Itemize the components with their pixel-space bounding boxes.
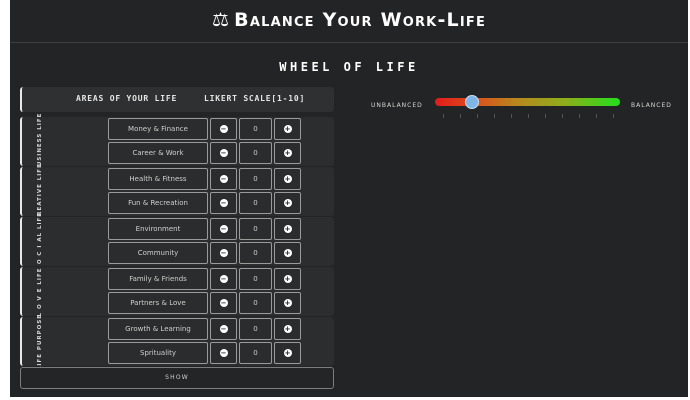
plus-circle-icon: + — [283, 249, 292, 257]
increment-button[interactable]: + — [274, 342, 301, 364]
slider-tick — [562, 114, 563, 118]
decrement-button[interactable]: − — [210, 318, 237, 340]
group-label: BUSINESS LIFE — [37, 112, 43, 171]
area-fun-recreation: Fun & Recreation — [108, 192, 208, 214]
plus-circle-icon: + — [283, 325, 292, 333]
area-growth-learning: Growth & Learning — [108, 318, 208, 340]
minus-circle-icon: − — [219, 125, 228, 133]
area-career-work: Career & Work — [108, 142, 208, 164]
minus-circle-icon: − — [219, 225, 228, 233]
plus-circle-icon: + — [283, 225, 292, 233]
plus-circle-icon: + — [283, 299, 292, 307]
area-environment: Environment — [108, 218, 208, 240]
increment-button[interactable]: + — [274, 192, 301, 214]
score-field[interactable]: 0 — [239, 318, 272, 340]
show-button[interactable]: SHOW — [20, 367, 334, 389]
plus-circle-icon: + — [283, 275, 292, 283]
score-field[interactable]: 0 — [239, 218, 272, 240]
plus-circle-icon: + — [283, 199, 292, 207]
slider-tick — [511, 114, 512, 118]
minus-circle-icon: − — [219, 199, 228, 207]
decrement-button[interactable]: − — [210, 242, 237, 264]
score-field[interactable]: 0 — [239, 292, 272, 314]
slider-tick — [477, 114, 478, 118]
slider-tick — [528, 114, 529, 118]
group-label: S O C I AL LIFE — [37, 211, 43, 272]
plus-circle-icon: + — [283, 149, 292, 157]
increment-button[interactable]: + — [274, 218, 301, 240]
area-health-fitness: Health & Fitness — [108, 168, 208, 190]
area-partners-love: Partners & Love — [108, 292, 208, 314]
unbalanced-label: UNBALANCED — [371, 102, 423, 109]
plus-circle-icon: + — [283, 349, 292, 357]
score-field[interactable]: 0 — [239, 242, 272, 264]
plus-circle-icon: + — [283, 125, 292, 133]
increment-button[interactable]: + — [274, 292, 301, 314]
increment-button[interactable]: + — [274, 142, 301, 164]
minus-circle-icon: − — [219, 349, 228, 357]
decrement-button[interactable]: − — [210, 218, 237, 240]
group-label: L O V E LIFE — [37, 267, 43, 316]
col-areas-header: AREAS OF YOUR LIFE — [76, 94, 178, 103]
score-field[interactable]: 0 — [239, 168, 272, 190]
increment-button[interactable]: + — [274, 268, 301, 290]
decrement-button[interactable]: − — [210, 268, 237, 290]
slider-tick — [443, 114, 444, 118]
app-title-text: Balance Your Work-Life — [234, 9, 487, 31]
app-title: ⚖ Balance Your Work-Life — [10, 9, 688, 31]
table-header: AREAS OF YOUR LIFE LIKERT SCALE[1-10] — [20, 87, 334, 112]
scale-icon: ⚖ — [211, 9, 231, 31]
slider-tick — [579, 114, 580, 118]
decrement-button[interactable]: − — [210, 342, 237, 364]
area-money-finance: Money & Finance — [108, 118, 208, 140]
score-field[interactable]: 0 — [239, 192, 272, 214]
area-sprituality: Sprituality — [108, 342, 208, 364]
slider-tick — [613, 114, 614, 118]
minus-circle-icon: − — [219, 299, 228, 307]
minus-circle-icon: − — [219, 275, 228, 283]
score-field[interactable]: 0 — [239, 118, 272, 140]
divider — [10, 42, 688, 43]
decrement-button[interactable]: − — [210, 118, 237, 140]
slider-tick — [494, 114, 495, 118]
slider-tick — [460, 114, 461, 118]
page-subtitle: WHEEL OF LIFE — [279, 60, 419, 74]
slider-tick — [545, 114, 546, 118]
score-field[interactable]: 0 — [239, 142, 272, 164]
decrement-button[interactable]: − — [210, 192, 237, 214]
area-family-friends: Family & Friends — [108, 268, 208, 290]
plus-circle-icon: + — [283, 175, 292, 183]
increment-button[interactable]: + — [274, 118, 301, 140]
minus-circle-icon: − — [219, 325, 228, 333]
app-window: ⚖ Balance Your Work-Life WHEEL OF LIFE AR… — [10, 0, 688, 397]
balance-slider-track[interactable] — [435, 98, 620, 106]
balanced-label: BALANCED — [631, 102, 672, 109]
increment-button[interactable]: + — [274, 318, 301, 340]
decrement-button[interactable]: − — [210, 292, 237, 314]
area-community: Community — [108, 242, 208, 264]
increment-button[interactable]: + — [274, 168, 301, 190]
balance-slider-thumb[interactable] — [465, 95, 479, 109]
score-field[interactable]: 0 — [239, 268, 272, 290]
minus-circle-icon: − — [219, 175, 228, 183]
col-scale-header: LIKERT SCALE[1-10] — [204, 94, 306, 103]
group-label: LIFE PURPOSE — [37, 313, 43, 370]
decrement-button[interactable]: − — [210, 168, 237, 190]
slider-tick — [596, 114, 597, 118]
minus-circle-icon: − — [219, 149, 228, 157]
decrement-button[interactable]: − — [210, 142, 237, 164]
score-field[interactable]: 0 — [239, 342, 272, 364]
minus-circle-icon: − — [219, 249, 228, 257]
increment-button[interactable]: + — [274, 242, 301, 264]
